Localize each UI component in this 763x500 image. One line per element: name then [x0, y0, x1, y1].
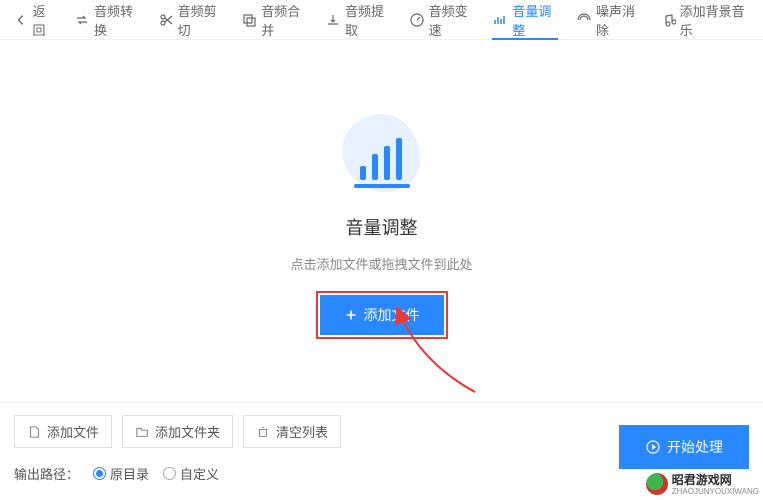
clear-list-label: 清空列表 [276, 422, 328, 441]
radio-custom-label: 自定义 [180, 464, 219, 483]
convert-icon [74, 12, 90, 28]
top-toolbar: 返回 音频转换 音频剪切 音频合并 音频提取 音频变速 音量调整 [0, 0, 763, 40]
add-folder-label: 添加文件夹 [155, 422, 220, 441]
merge-icon [241, 12, 257, 28]
tab-label: 音频剪切 [178, 1, 224, 39]
radio-source-dir[interactable]: 原目录 [93, 464, 149, 483]
tab-noise-remove[interactable]: 噪声消除 [568, 1, 650, 39]
tab-volume-adjust[interactable]: 音量调整 [484, 1, 566, 39]
noise-icon [576, 12, 592, 28]
tab-add-bgm[interactable]: 添加背景音乐 [652, 1, 757, 39]
volume-bars-icon [492, 12, 508, 28]
empty-state: 音量调整 点击添加文件或拖拽文件到此处 添加文件 [0, 40, 763, 402]
tab-audio-convert[interactable]: 音频转换 [66, 1, 148, 39]
clear-list-button[interactable]: 清空列表 [243, 415, 341, 448]
radio-source-label: 原目录 [110, 464, 149, 483]
tab-audio-extract[interactable]: 音频提取 [317, 1, 399, 39]
start-process-button[interactable]: 开始处理 [619, 425, 749, 469]
arrow-left-icon [14, 12, 28, 28]
radio-custom-dir[interactable]: 自定义 [163, 464, 219, 483]
folder-icon [135, 425, 149, 439]
output-path-label: 输出路径： [14, 464, 79, 483]
tab-label: 噪声消除 [596, 1, 642, 39]
tab-label: 添加背景音乐 [680, 1, 749, 39]
tab-label: 音频提取 [345, 1, 391, 39]
file-icon [27, 425, 41, 439]
add-file-main-button[interactable]: 添加文件 [320, 295, 444, 335]
radio-dot-icon [93, 467, 106, 480]
tab-label: 音频变速 [429, 1, 475, 39]
add-file-label: 添加文件 [47, 422, 99, 441]
back-label: 返回 [32, 1, 56, 39]
tab-label: 音量调整 [512, 1, 558, 39]
tab-audio-merge[interactable]: 音频合并 [233, 1, 315, 39]
tab-label: 音频转换 [94, 1, 140, 39]
play-circle-icon [645, 439, 661, 455]
volume-large-icon [332, 108, 432, 200]
radio-dot-icon [163, 467, 176, 480]
trash-icon [256, 425, 270, 439]
add-folder-button[interactable]: 添加文件夹 [122, 415, 233, 448]
music-icon [660, 12, 676, 28]
tab-audio-cut[interactable]: 音频剪切 [150, 1, 232, 39]
back-button[interactable]: 返回 [6, 1, 64, 39]
tab-label: 音频合并 [261, 1, 307, 39]
speed-icon [409, 12, 425, 28]
add-file-button[interactable]: 添加文件 [14, 415, 112, 448]
bottom-bar: 添加文件 添加文件夹 清空列表 开始处理 输出路径： 原目录 自定义 [0, 402, 763, 500]
extract-icon [325, 12, 341, 28]
empty-title: 音量调整 [346, 214, 418, 240]
add-file-main-label: 添加文件 [364, 305, 420, 325]
start-process-label: 开始处理 [667, 437, 723, 457]
empty-subtitle: 点击添加文件或拖拽文件到此处 [290, 254, 472, 273]
plus-icon [344, 308, 358, 322]
tab-audio-speed[interactable]: 音频变速 [401, 1, 483, 39]
scissors-icon [158, 12, 174, 28]
